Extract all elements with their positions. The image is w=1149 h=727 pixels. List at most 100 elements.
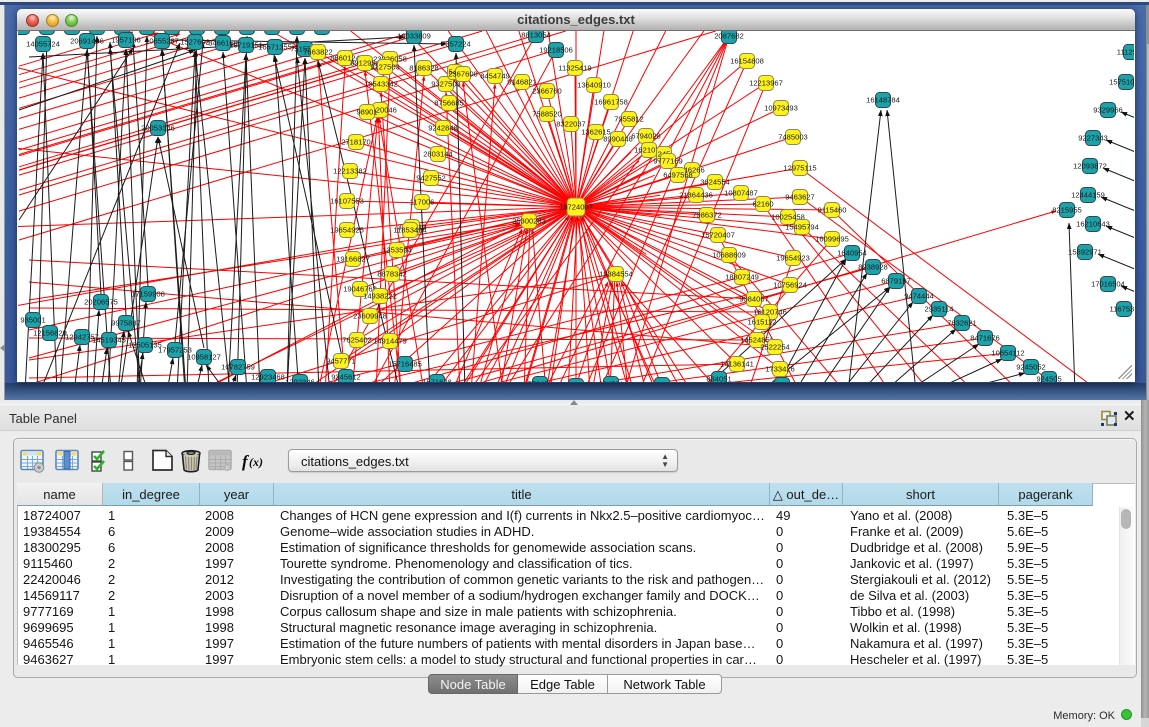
svg-text:10688609: 10688609 [712,251,746,260]
svg-text:6879197: 6879197 [881,277,911,286]
svg-text:15692971: 15692971 [1068,248,1102,257]
svg-text:9345612: 9345612 [331,373,361,382]
svg-text:16961758: 16961758 [594,98,628,107]
svg-text:10756924: 10756924 [773,281,807,290]
svg-text:2803144: 2803144 [423,150,453,159]
svg-text:1353594: 1353594 [382,246,412,255]
svg-text:2087682: 2087682 [714,32,744,41]
svg-text:10655287: 10655287 [145,37,179,46]
svg-text:(x): (x) [249,455,263,469]
svg-text:8813054: 8813054 [521,31,551,40]
svg-text:14914479: 14914479 [373,337,407,346]
svg-text:9245052: 9245052 [1016,363,1046,372]
svg-text:19166827: 19166827 [336,255,370,264]
svg-text:21364436: 21364436 [679,191,713,200]
svg-text:19384554: 19384554 [599,270,633,279]
svg-text:9427552: 9427552 [416,174,446,183]
svg-text:9127503: 9127503 [370,63,400,72]
svg-text:12975115: 12975115 [783,164,816,173]
svg-text:14136141: 14136141 [720,360,754,369]
svg-text:1615112: 1615112 [748,318,777,327]
svg-text:14938222: 14938222 [363,292,397,301]
svg-text:12213967: 12213967 [749,79,783,88]
svg-text:2522254: 2522254 [760,343,790,352]
svg-text:15720407: 15720407 [701,231,735,240]
svg-text:772451: 772451 [527,380,552,382]
svg-text:12093872: 12093872 [1073,162,1107,171]
svg-text:1733426: 1733426 [765,365,795,374]
svg-text:204531: 204531 [598,380,623,382]
svg-text:8215955: 8215955 [1052,206,1082,215]
svg-text:20206575: 20206575 [84,298,118,307]
svg-text:7955812: 7955812 [614,115,644,124]
svg-text:14519345: 14519345 [92,336,126,345]
svg-text:935001: 935001 [20,316,45,325]
svg-text:117006: 117006 [410,198,435,207]
svg-text:2367608: 2367608 [448,70,478,79]
svg-text:194532: 194532 [769,381,794,382]
svg-text:19654925: 19654925 [330,226,364,235]
svg-text:9329966: 9329966 [1093,106,1123,115]
svg-text:1640954: 1640954 [837,249,867,258]
svg-text:16099695: 16099695 [815,235,849,244]
svg-text:23609948: 23609948 [353,312,387,321]
svg-text:9146821: 9146821 [507,78,537,87]
svg-text:1167534: 1167534 [1110,305,1135,314]
svg-text:10654112: 10654112 [991,349,1024,358]
svg-text:12505135: 12505135 [128,341,162,350]
svg-text:12156829: 12156829 [33,329,67,338]
svg-text:6794028: 6794028 [631,132,661,141]
svg-text:9084067: 9084067 [739,295,769,304]
svg-text:7663822: 7663822 [303,48,333,57]
svg-text:19654923: 19654923 [776,254,810,263]
svg-text:8186328: 8186328 [409,64,439,73]
svg-text:9227343: 9227343 [1078,134,1108,143]
svg-text:1112541: 1112541 [1117,48,1134,57]
svg-text:7588520: 7588520 [532,110,562,119]
svg-text:16148784: 16148784 [866,96,900,105]
svg-text:1957196: 1957196 [111,36,141,45]
svg-text:15495794: 15495794 [785,223,819,232]
svg-text:8938928: 8938928 [858,263,888,272]
svg-text:12444159: 12444159 [1071,191,1105,200]
svg-text:7986372: 7986372 [692,211,722,220]
svg-text:1045793: 1045793 [647,381,677,382]
svg-text:16033809: 16033809 [397,32,431,41]
svg-text:14055724: 14055724 [26,40,60,49]
svg-text:9777169: 9777169 [653,157,683,166]
svg-text:62160: 62160 [752,200,773,209]
svg-text:7632621: 7632621 [947,319,977,328]
svg-text:25300283: 25300283 [512,217,546,226]
svg-text:8322037: 8322037 [556,120,586,129]
svg-text:8756685: 8756685 [434,99,464,108]
svg-text:1527602: 1527602 [180,38,210,47]
svg-text:20691406: 20691406 [70,37,104,46]
svg-text:19218506: 19218506 [539,46,573,55]
svg-text:12923468: 12923468 [251,373,285,382]
svg-text:8454749: 8454749 [480,72,510,81]
svg-text:8878342: 8878342 [377,270,407,279]
svg-text:1292346: 1292346 [285,378,315,382]
svg-text:2935114: 2935114 [925,305,954,314]
svg-text:98901: 98901 [356,108,377,117]
svg-text:12213382: 12213382 [333,167,367,176]
svg-text:9115460: 9115460 [818,206,847,215]
svg-text:9327503: 9327503 [431,80,461,89]
svg-text:7625402: 7625402 [342,336,372,345]
svg-text:7485003: 7485003 [778,133,808,142]
svg-text:2718170: 2718170 [341,138,371,147]
svg-text:10807487: 10807487 [724,189,758,198]
svg-text:1571648: 1571648 [422,378,452,382]
svg-text:834051: 834051 [706,375,731,382]
svg-text:16154808: 16154808 [730,57,764,66]
svg-text:9474444: 9474444 [904,292,934,301]
svg-text:17016504: 17016504 [1091,280,1125,289]
svg-text:15751074: 15751074 [1109,78,1134,87]
svg-text:8990448: 8990448 [603,135,633,144]
svg-text:6497568: 6497568 [663,171,693,180]
svg-text:9975887: 9975887 [111,319,141,328]
svg-text:11853494: 11853494 [393,226,426,235]
svg-text:10782759: 10782759 [221,363,255,372]
svg-text:16210643: 16210643 [1076,220,1110,229]
svg-text:11325419: 11325419 [558,64,591,73]
